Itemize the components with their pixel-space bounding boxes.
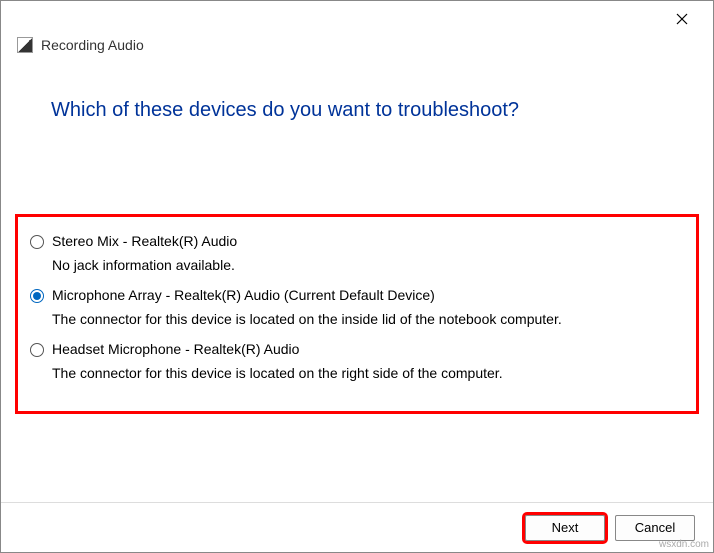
option-label: Headset Microphone - Realtek(R) Audio (52, 341, 299, 357)
watermark: wsxdn.com (659, 539, 709, 550)
option-headset-microphone[interactable]: Headset Microphone - Realtek(R) Audio (30, 341, 684, 357)
option-stereo-mix[interactable]: Stereo Mix - Realtek(R) Audio (30, 233, 684, 249)
option-description: No jack information available. (52, 257, 684, 273)
option-description: The connector for this device is located… (52, 311, 684, 327)
radio-icon (30, 235, 44, 249)
page-heading: Which of these devices do you want to tr… (1, 59, 713, 132)
option-microphone-array[interactable]: Microphone Array - Realtek(R) Audio (Cur… (30, 287, 684, 303)
footer-bar: Next Cancel (1, 502, 713, 552)
recording-audio-icon (17, 37, 33, 53)
window-title: Recording Audio (41, 37, 144, 53)
header-row: Recording Audio (1, 37, 713, 59)
option-label: Microphone Array - Realtek(R) Audio (Cur… (52, 287, 435, 303)
cancel-button[interactable]: Cancel (615, 515, 695, 541)
radio-icon (30, 343, 44, 357)
troubleshooter-window: Recording Audio Which of these devices d… (0, 0, 714, 553)
close-button[interactable] (667, 4, 697, 34)
device-options-group: Stereo Mix - Realtek(R) Audio No jack in… (15, 214, 699, 414)
option-description: The connector for this device is located… (52, 365, 684, 381)
option-label: Stereo Mix - Realtek(R) Audio (52, 233, 237, 249)
next-button[interactable]: Next (525, 515, 605, 541)
radio-icon (30, 289, 44, 303)
close-icon (676, 13, 688, 25)
titlebar (1, 1, 713, 37)
